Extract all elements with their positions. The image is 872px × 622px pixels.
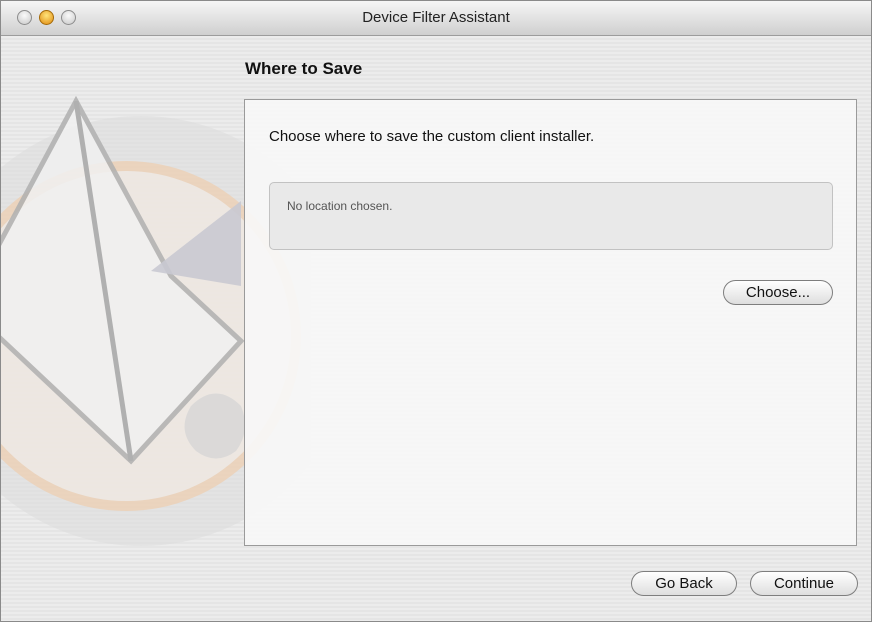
content-panel: Choose where to save the custom client i… — [244, 99, 857, 546]
title-bar[interactable]: Device Filter Assistant — [1, 1, 871, 36]
step-heading: Where to Save — [245, 59, 363, 78]
instruction-text: Choose where to save the custom client i… — [269, 128, 595, 145]
save-location-field: No location chosen. — [269, 182, 833, 250]
window-title: Device Filter Assistant — [362, 9, 510, 26]
assistant-content: Where to Save Choose where to save the c… — [1, 36, 871, 621]
continue-button[interactable]: Continue — [750, 571, 858, 596]
save-location-value: No location chosen. — [287, 199, 393, 213]
go-back-button[interactable]: Go Back — [631, 571, 737, 596]
assistant-window: Device Filter Assistant Where to Save Ch… — [0, 0, 872, 622]
choose-button[interactable]: Choose... — [723, 280, 833, 305]
